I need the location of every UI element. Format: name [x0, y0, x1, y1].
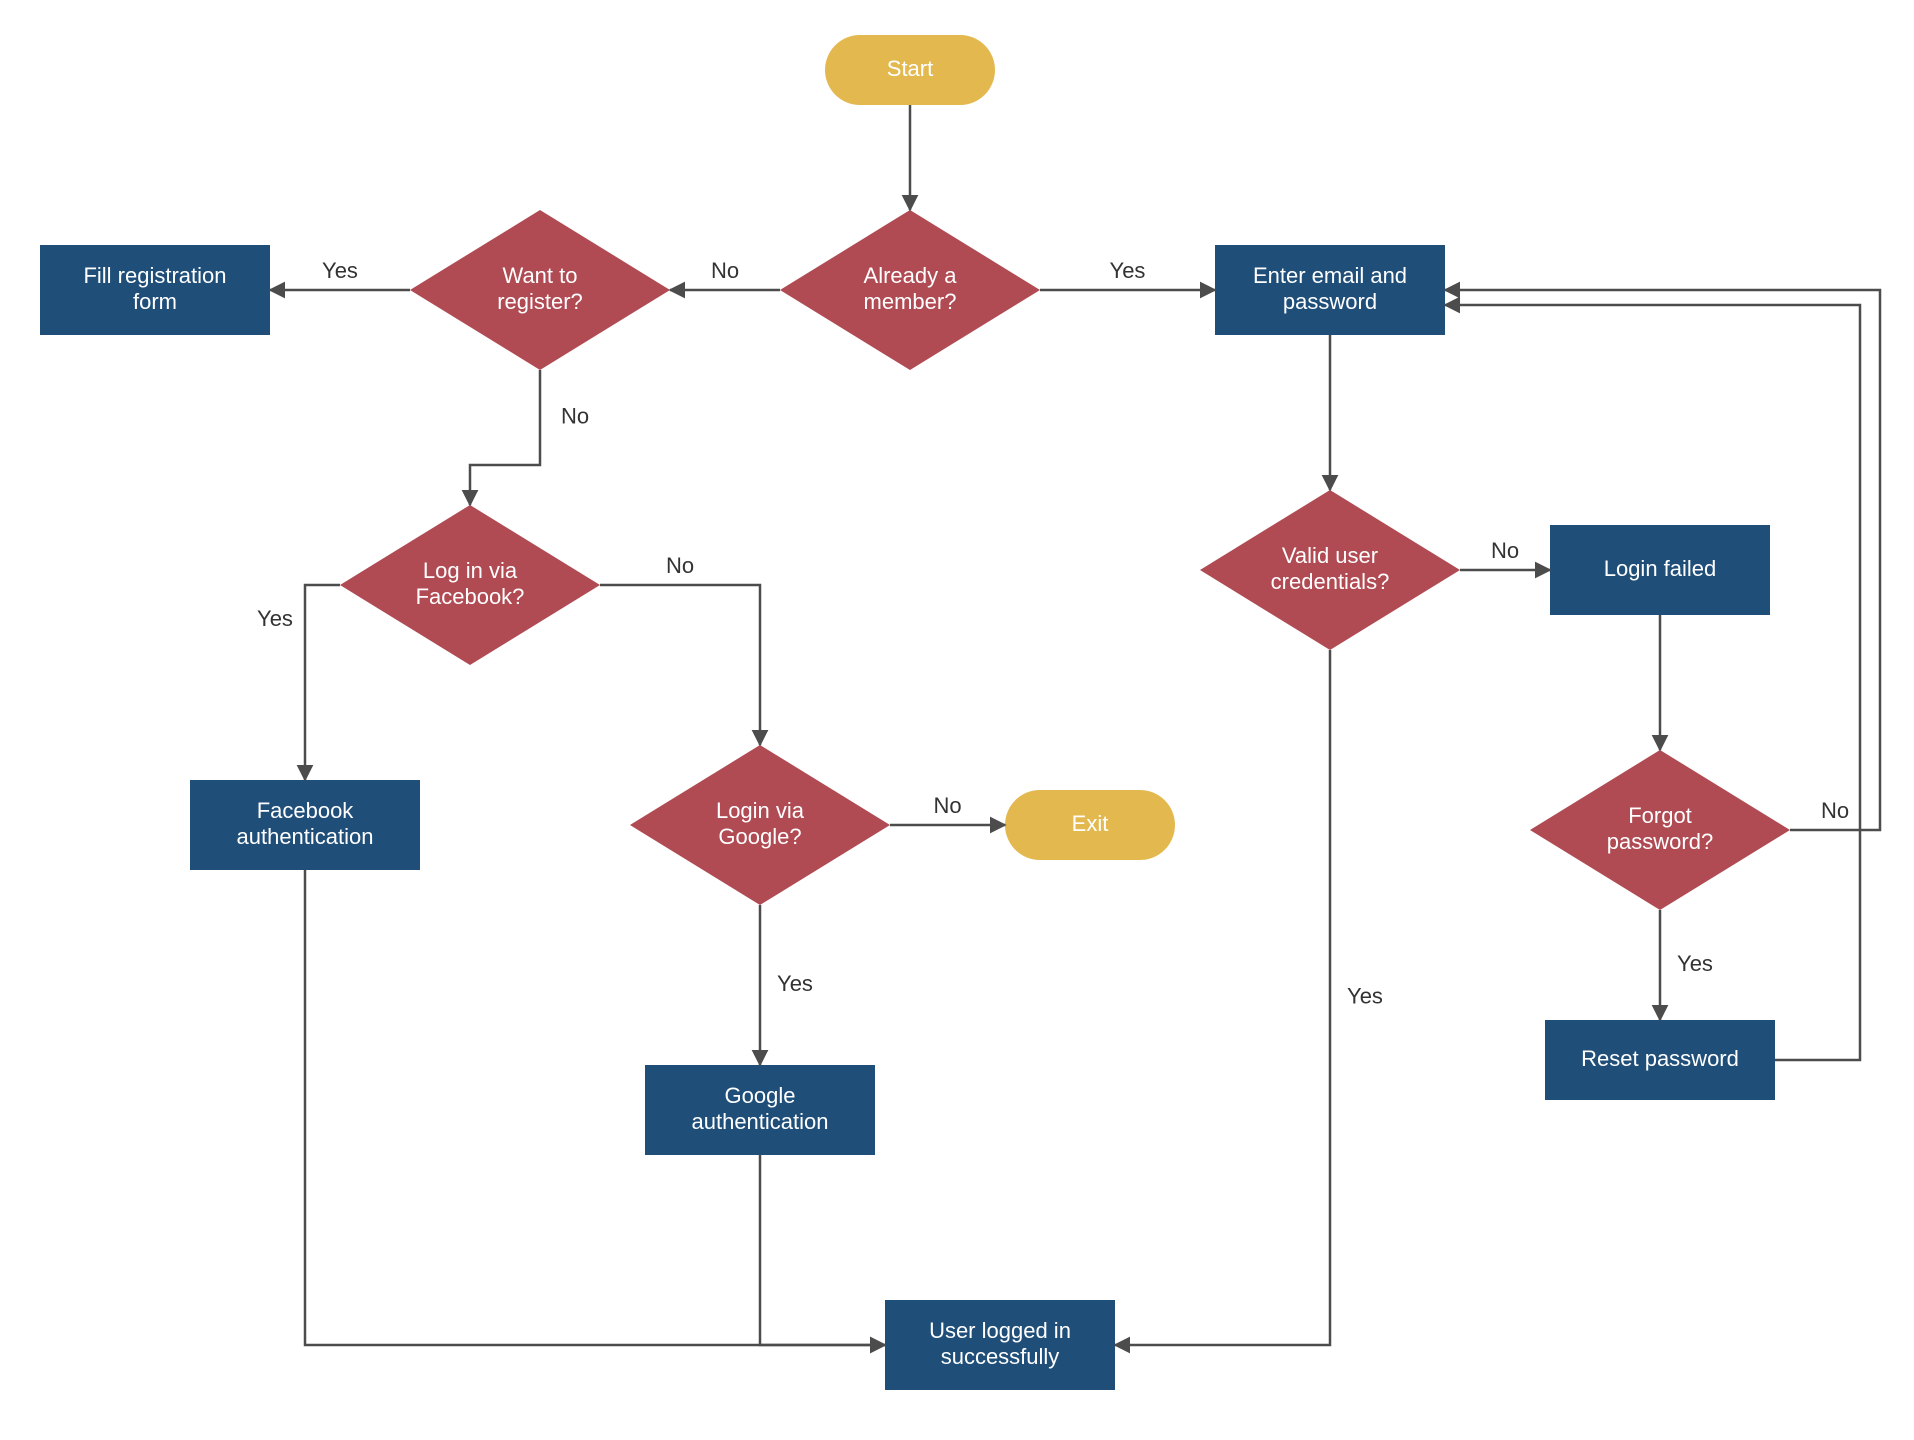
label-register-no: No: [561, 403, 589, 428]
facebook_auth-label: authentication: [237, 824, 374, 849]
edge-gauth-logged: [760, 1155, 885, 1345]
label-fb-yes: Yes: [257, 606, 293, 631]
forgot_pw-label: Forgot: [1628, 803, 1692, 828]
label-member-yes: Yes: [1110, 258, 1146, 283]
label-member-no: No: [711, 258, 739, 283]
login_facebook-label: Log in via: [423, 558, 518, 583]
login_facebook-label: Facebook?: [416, 584, 525, 609]
login_google-label: Login via: [716, 798, 805, 823]
label-register-yes: Yes: [322, 258, 358, 283]
valid_creds-label: Valid user: [1282, 543, 1378, 568]
google_auth-label: authentication: [692, 1109, 829, 1134]
flowchart: Start Already amember? Want toregister? Fil…: [0, 0, 1914, 1440]
forgot_pw-label: password?: [1607, 829, 1713, 854]
label-valid-yes: Yes: [1347, 983, 1383, 1008]
exit-label: Exit: [1072, 811, 1109, 836]
reset_pw-label: Reset password: [1581, 1046, 1739, 1071]
label-g-yes: Yes: [777, 971, 813, 996]
already_member-label: Already a: [864, 263, 958, 288]
edge-reset-email: [1445, 305, 1860, 1060]
edge-fb-no: [600, 585, 760, 745]
label-g-no: No: [933, 793, 961, 818]
login_failed-label: Login failed: [1604, 556, 1717, 581]
facebook_auth-label: Facebook: [257, 798, 355, 823]
login_google-label: Google?: [718, 824, 801, 849]
google_auth-label: Google: [725, 1083, 796, 1108]
enter_email-label: password: [1283, 289, 1377, 314]
label-valid-no: No: [1491, 538, 1519, 563]
edge-fb-yes: [305, 585, 340, 780]
label-fb-no: No: [666, 553, 694, 578]
label-forgot-no: No: [1821, 798, 1849, 823]
logged_in-label: successfully: [941, 1344, 1060, 1369]
label-forgot-yes: Yes: [1677, 951, 1713, 976]
fill_form-label: form: [133, 289, 177, 314]
want_register-label: register?: [497, 289, 583, 314]
start-label: Start: [887, 56, 933, 81]
valid_creds-label: credentials?: [1271, 569, 1390, 594]
already_member-label: member?: [864, 289, 957, 314]
edge-valid-yes: [1115, 650, 1330, 1345]
want_register-label: Want to: [503, 263, 578, 288]
logged_in-label: User logged in: [929, 1318, 1071, 1343]
edge-register-no: [470, 370, 540, 505]
enter_email-label: Enter email and: [1253, 263, 1407, 288]
fill_form-label: Fill registration: [83, 263, 226, 288]
